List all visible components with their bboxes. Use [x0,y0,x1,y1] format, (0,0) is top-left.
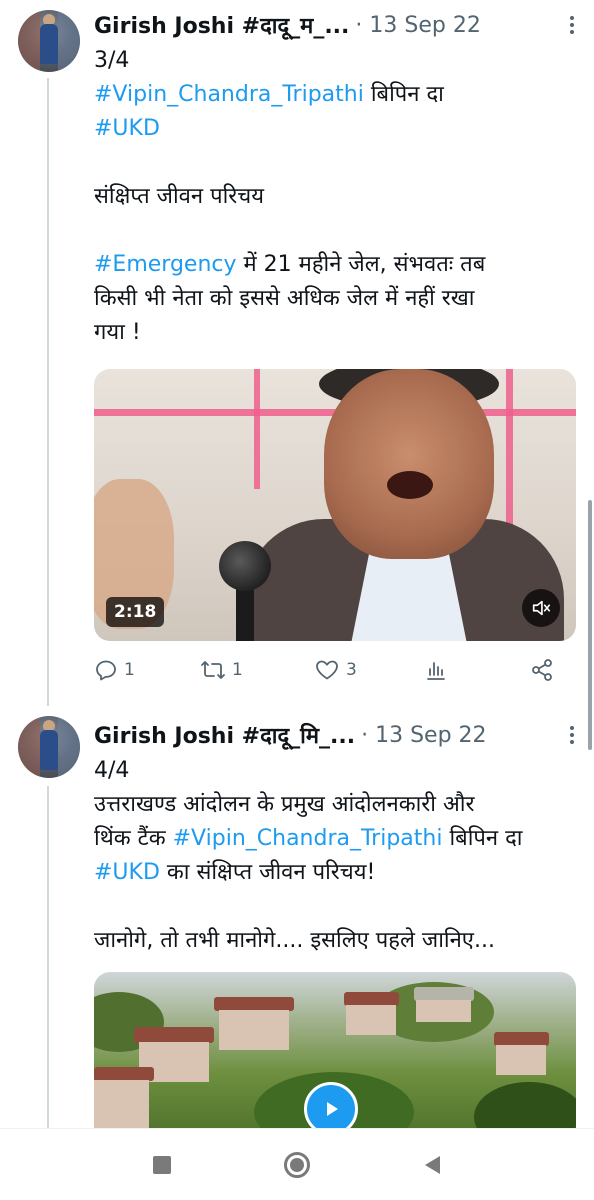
tweet-text-line: किसी भी नेता को इससे अधिक जेल में नहीं र… [94,282,574,316]
timestamp[interactable]: · 13 Sep 22 [355,13,480,38]
text-segment: उत्तराखण्ड आंदोलन के प्रमुख आंदोलनकारी औ… [94,792,475,817]
like-count: 3 [346,660,357,680]
share-button[interactable] [530,655,554,685]
text-segment: का संक्षिप्त जीवन परिचय! [159,860,376,885]
tweet-text-line: थिंक टैंक #Vipin_Chandra_Tripathi बिपिन … [94,822,574,856]
tweet[interactable]: Girish Joshi #दादू_मि_... · 13 Sep 22 4/… [0,706,594,1142]
avatar[interactable] [18,10,80,72]
text-segment: गया ! [94,320,141,345]
tweet-text-line: 4/4 [94,754,574,788]
tweet-text-line [94,214,574,248]
text-segment: में 21 महीने जेल, संभवतः तब [236,252,486,277]
timestamp[interactable]: · 13 Sep 22 [361,723,486,748]
reply-icon [94,658,118,682]
tweet-text-line: #UKD का संक्षिप्त जीवन परिचय! [94,856,574,890]
retweet-count: 1 [232,660,243,680]
tweet-text-line: जानोगे, तो तभी मानोगे.... इसलिए पहले जान… [94,924,574,958]
tweet-text-line: उत्तराखण्ड आंदोलन के प्रमुख आंदोलनकारी औ… [94,788,574,822]
author-name[interactable]: Girish Joshi #दादू_म_... [94,10,349,40]
text-segment: किसी भी नेता को इससे अधिक जेल में नहीं र… [94,286,475,311]
tweet-actions: 1 1 3 [94,655,564,685]
video-duration: 2:18 [106,597,165,627]
tweet-text-line: #UKD [94,112,574,146]
text-segment: थिंक टैंक [94,826,173,851]
views-icon [424,658,448,682]
tweet-text-line: संक्षिप्त जीवन परिचय [94,180,574,214]
more-icon[interactable] [564,10,580,40]
author-name[interactable]: Girish Joshi #दादू_मि_... [94,720,355,750]
text-segment: 4/4 [94,758,130,783]
like-button[interactable]: 3 [314,655,357,685]
text-segment: संक्षिप्त जीवन परिचय [94,184,265,209]
text-segment: 3/4 [94,48,130,73]
text-segment: जानोगे, तो तभी मानोगे.... इसलिए पहले जान… [94,928,495,953]
tweet-text-line [94,890,574,924]
reply-button[interactable]: 1 [94,655,135,685]
scrollbar[interactable] [588,500,592,750]
tweet-text: 3/4 #Vipin_Chandra_Tripathi बिपिन दा #UKD… [94,44,574,350]
text-segment: बिपिन दा [442,826,523,851]
hashtag-link[interactable]: #UKD [94,116,160,141]
recents-icon[interactable] [148,1151,176,1179]
views-button[interactable] [424,655,448,685]
video-player[interactable] [94,972,576,1142]
tweet-text: 4/4 उत्तराखण्ड आंदोलन के प्रमुख आंदोलनकार… [94,754,574,958]
back-icon[interactable] [418,1151,446,1179]
home-icon[interactable] [283,1151,311,1179]
video-player[interactable]: 2:18 [94,369,576,641]
tweet-text-line [94,146,574,180]
heart-icon [314,658,340,682]
tweet-text-line: 3/4 [94,44,574,78]
hashtag-link[interactable]: #Emergency [94,252,237,277]
text-segment: बिपिन दा [363,82,444,107]
system-navigation-bar [0,1128,594,1200]
tweet-text-line: #Emergency में 21 महीने जेल, संभवतः तब [94,248,574,282]
tweet-text-line: #Vipin_Chandra_Tripathi बिपिन दा [94,78,574,112]
share-icon [530,658,554,682]
hashtag-link[interactable]: #Vipin_Chandra_Tripathi [173,826,443,851]
tweet-text-line: गया ! [94,316,574,350]
retweet-icon [200,658,226,682]
mute-icon[interactable] [522,589,560,627]
more-icon[interactable] [564,720,580,750]
tweet[interactable]: Girish Joshi #दादू_म_... · 13 Sep 22 3/4… [0,0,594,700]
hashtag-link[interactable]: #UKD [94,860,160,885]
hashtag-link[interactable]: #Vipin_Chandra_Tripathi [94,82,364,107]
avatar[interactable] [18,716,80,778]
retweet-button[interactable]: 1 [200,655,243,685]
reply-count: 1 [124,660,135,680]
